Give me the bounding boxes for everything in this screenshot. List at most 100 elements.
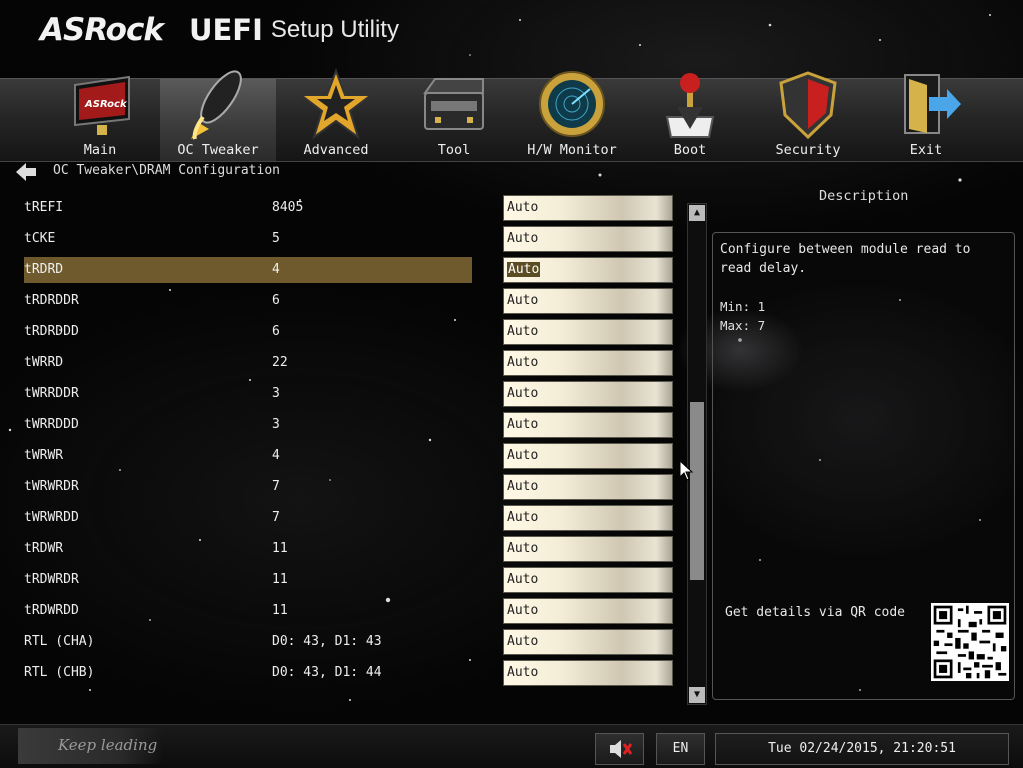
- option-value: Auto: [507, 417, 539, 432]
- setting-current-value: 3: [272, 386, 280, 401]
- scroll-up-arrow-icon[interactable]: ▲: [689, 205, 705, 221]
- tab-boot[interactable]: Boot: [632, 53, 748, 161]
- option-field-trdwrdd[interactable]: Auto: [503, 598, 673, 624]
- tab-exit[interactable]: Exit: [868, 53, 984, 161]
- option-value: Auto: [507, 386, 539, 401]
- description-min: Min: 1: [720, 299, 766, 314]
- radar-icon: [539, 71, 605, 137]
- breadcrumb: OC Tweaker\DRAM Configuration: [53, 163, 280, 178]
- option-field-twrwrdd[interactable]: Auto: [503, 505, 673, 531]
- option-value: Auto: [507, 324, 539, 339]
- tab-hw-monitor[interactable]: H/W Monitor: [514, 53, 630, 161]
- option-value: Auto: [507, 572, 539, 587]
- description-range: Min: 1 Max: 7: [720, 297, 765, 335]
- tab-tool-label: Tool: [437, 142, 471, 158]
- scrollbar-thumb[interactable]: [690, 402, 704, 580]
- option-value: Auto: [507, 510, 539, 525]
- tab-oc-tweaker[interactable]: OC Tweaker: [160, 70, 276, 161]
- option-field-twrrddr[interactable]: Auto: [503, 381, 673, 407]
- setting-current-value: 6: [272, 324, 280, 339]
- slogan-text: Keep leading: [58, 736, 158, 754]
- setting-current-value: 7: [272, 510, 280, 525]
- settings-scrollbar[interactable]: ▲ ▼: [687, 203, 707, 705]
- setting-row-twrrddr[interactable]: tWRRDDR 3: [24, 381, 472, 407]
- setting-row-rtl-chb[interactable]: RTL (CHB) D0: 43, D1: 44: [24, 660, 472, 686]
- setting-row-trdwr[interactable]: tRDWR 11: [24, 536, 472, 562]
- tab-oc-tweaker-label: OC Tweaker: [177, 142, 259, 158]
- toolbox-icon: [423, 78, 484, 130]
- setting-row-trefi[interactable]: tREFI 8405: [24, 195, 472, 221]
- setting-name: tWRRDDD: [24, 417, 79, 432]
- language-button[interactable]: EN: [656, 733, 705, 765]
- option-value: Auto: [507, 448, 539, 463]
- rocket-icon: [191, 70, 242, 140]
- setting-current-value: 4: [272, 448, 280, 463]
- uefi-title: UEFI: [188, 13, 263, 47]
- setting-current-value: 6: [272, 293, 280, 308]
- scroll-down-arrow-icon[interactable]: ▼: [689, 687, 705, 703]
- tab-security[interactable]: Security: [750, 53, 866, 161]
- setting-row-twrwrdr[interactable]: tWRWRDR 7: [24, 474, 472, 500]
- setting-row-rtl-cha[interactable]: RTL (CHA) D0: 43, D1: 43: [24, 629, 472, 655]
- setting-name: tRDRDDR: [24, 293, 79, 308]
- tab-tool[interactable]: Tool: [396, 53, 512, 161]
- option-field-rtl-cha[interactable]: Auto: [503, 629, 673, 655]
- qr-code-icon: [931, 603, 1009, 681]
- option-field-trdrd[interactable]: Auto: [503, 257, 673, 283]
- setting-current-value: 22: [272, 355, 288, 370]
- tab-advanced[interactable]: Advanced: [278, 53, 394, 161]
- option-value: Auto: [507, 479, 539, 494]
- speaker-muted-icon: [610, 740, 633, 758]
- setting-name: tRDWRDD: [24, 603, 79, 618]
- description-title: Description: [819, 188, 909, 204]
- setting-current-value: 11: [272, 572, 288, 587]
- option-field-trdrddd[interactable]: Auto: [503, 319, 673, 345]
- main-nav-bar: ASRock Main OC Tweaker Advanced Tool H/W…: [0, 68, 1023, 162]
- option-field-trdrddr[interactable]: Auto: [503, 288, 673, 314]
- star-icon: [299, 68, 373, 140]
- option-field-twrrddd[interactable]: Auto: [503, 412, 673, 438]
- option-field-trdwr[interactable]: Auto: [503, 536, 673, 562]
- option-field-twrwr[interactable]: Auto: [503, 443, 673, 469]
- option-field-trdwrdr[interactable]: Auto: [503, 567, 673, 593]
- setting-row-twrwr[interactable]: tWRWR 4: [24, 443, 472, 469]
- setting-row-tcke[interactable]: tCKE 5: [24, 226, 472, 252]
- setting-row-trdrd[interactable]: tRDRD 4: [24, 257, 472, 283]
- setting-name: tWRRDDR: [24, 386, 79, 401]
- option-value: Auto: [507, 231, 539, 246]
- tab-advanced-label: Advanced: [303, 142, 369, 158]
- setting-row-twrwrdd[interactable]: tWRWRDD 7: [24, 505, 472, 531]
- option-field-twrwrdr[interactable]: Auto: [503, 474, 673, 500]
- back-arrow-icon[interactable]: [16, 163, 36, 181]
- slogan-badge: Keep leading: [18, 728, 163, 764]
- setting-current-value: D0: 43, D1: 44: [272, 665, 382, 680]
- mouse-cursor-icon: [680, 461, 694, 481]
- exit-door-icon: [904, 74, 961, 134]
- tab-hw-monitor-label: H/W Monitor: [527, 142, 617, 158]
- setting-name: tREFI: [24, 200, 64, 215]
- shield-icon: [779, 71, 837, 140]
- tab-main[interactable]: ASRock Main: [42, 53, 158, 161]
- setting-row-twrrddd[interactable]: tWRRDDD 3: [24, 412, 472, 438]
- option-value: Auto: [507, 541, 539, 556]
- setting-row-trdrddd[interactable]: tRDRDDD 6: [24, 319, 472, 345]
- setting-row-trdrddr[interactable]: tRDRDDR 6: [24, 288, 472, 314]
- tab-security-label: Security: [775, 142, 841, 158]
- option-field-rtl-chb[interactable]: Auto: [503, 660, 673, 686]
- setup-utility-subtitle: Setup Utility: [270, 16, 399, 43]
- option-field-trefi[interactable]: Auto: [503, 195, 673, 221]
- datetime-display: Tue 02/24/2015, 21:20:51: [715, 733, 1009, 765]
- tab-main-label: Main: [83, 142, 117, 158]
- option-field-twrrd[interactable]: Auto: [503, 350, 673, 376]
- asrock-logo: ASRock UEFI Setup Utility: [40, 10, 399, 50]
- option-value: Auto: [507, 355, 539, 370]
- setting-row-twrrd[interactable]: tWRRD 22: [24, 350, 472, 376]
- setting-current-value: 8405: [272, 200, 304, 215]
- setting-row-trdwrdr[interactable]: tRDWRDR 11: [24, 567, 472, 593]
- setting-row-trdwrdd[interactable]: tRDWRDD 11: [24, 598, 472, 624]
- setting-current-value: D0: 43, D1: 43: [272, 634, 382, 649]
- description-max: Max: 7: [720, 318, 766, 333]
- option-field-tcke[interactable]: Auto: [503, 226, 673, 252]
- mute-button[interactable]: [595, 733, 644, 765]
- monitor-icon: ASRock: [74, 75, 130, 135]
